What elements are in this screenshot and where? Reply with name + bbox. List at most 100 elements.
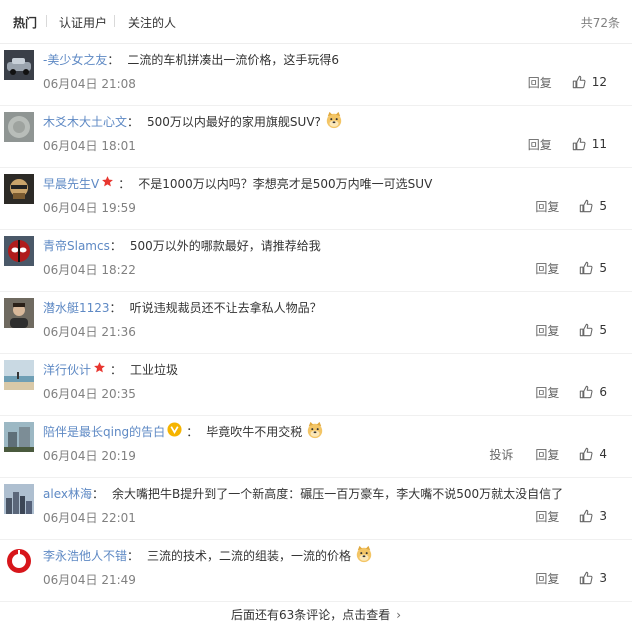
- comment-text: 三流的技术，二流的组装，一流的价格: [147, 548, 352, 563]
- like-count: 3: [599, 509, 607, 523]
- comment-timestamp: 06月04日 20:19: [43, 449, 136, 463]
- comment-colon: ：: [109, 300, 122, 315]
- comment-actions: 回复 5: [535, 197, 607, 215]
- comment-actions: 回复 3: [535, 507, 607, 525]
- tab-hot[interactable]: 热门: [13, 14, 37, 31]
- user-avatar[interactable]: [4, 174, 34, 204]
- comment-text: 余大嘴把牛B提升到了一个新高度：碾压一百万豪车，李大嘴不说500万就太没自信了: [111, 486, 564, 501]
- comment-text: 毕竟吹牛不用交税: [206, 424, 303, 439]
- like-count: 12: [591, 75, 607, 89]
- user-avatar[interactable]: [4, 112, 34, 142]
- thumbs-up-icon: [572, 137, 586, 151]
- thumbs-up-icon: [580, 323, 593, 337]
- comment-username[interactable]: -美少女之友: [43, 51, 107, 68]
- thumbs-up-icon: [580, 261, 593, 275]
- like-button[interactable]: 4: [579, 447, 607, 461]
- reply-button[interactable]: 回复: [535, 198, 559, 215]
- comment-line: 青帝Slamcs ： 500万以外的哪款最好，请推荐给我: [43, 236, 321, 254]
- reply-button[interactable]: 回复: [535, 260, 559, 277]
- like-button[interactable]: 5: [579, 261, 607, 275]
- thumbs-up-icon: [572, 75, 586, 89]
- comment-line: 李永浩他人不错 ： 三流的技术，二流的组装，一流的价格: [43, 545, 373, 564]
- like-count: 5: [599, 261, 607, 275]
- red-star-icon: [101, 175, 114, 191]
- comment-text: 不是1000万以内吗？李想亮才是500万内唯一可选SUV: [138, 176, 433, 191]
- reply-button[interactable]: 回复: [535, 446, 559, 463]
- comment-timestamp: 06月04日 19:59: [43, 201, 136, 215]
- comment-username[interactable]: 潜水艇1123: [43, 299, 110, 316]
- comment-line: 洋行伙计 ： 工业垃圾: [43, 360, 178, 378]
- reply-button[interactable]: 回复: [528, 74, 552, 91]
- thumbs-up-icon: [580, 447, 593, 461]
- like-button[interactable]: 6: [579, 385, 607, 399]
- comment-actions: 回复 5: [535, 259, 607, 277]
- like-button[interactable]: 3: [579, 509, 607, 523]
- like-count: 5: [599, 199, 607, 213]
- comment-row: 洋行伙计 ： 工业垃圾 06月04日 20:35 回复 6: [0, 354, 632, 416]
- reply-button[interactable]: 回复: [535, 322, 559, 339]
- comment-timestamp: 06月04日 21:49: [43, 573, 136, 587]
- reply-button[interactable]: 回复: [535, 384, 559, 401]
- comment-colon: ：: [127, 114, 140, 129]
- tab-following[interactable]: 关注的人: [128, 14, 176, 31]
- comment-username[interactable]: 陪伴是最长qing的告白: [43, 423, 165, 440]
- comment-timestamp: 06月04日 21:08: [43, 77, 136, 91]
- user-avatar[interactable]: [4, 50, 34, 80]
- tab-divider: [114, 15, 115, 27]
- comment-username[interactable]: alex林海: [43, 485, 92, 502]
- like-button[interactable]: 12: [572, 75, 607, 89]
- comment-colon: ：: [109, 238, 122, 253]
- comment-row: -美少女之友 ： 二流的车机拼凑出一流价格，这手玩得6 06月04日 21:08…: [0, 44, 632, 106]
- user-avatar[interactable]: [4, 298, 34, 328]
- comment-line: 木爻木大土心文 ： 500万以内最好的家用旗舰SUV?: [43, 111, 343, 132]
- comment-actions: 回复 5: [535, 321, 607, 339]
- comment-colon: ：: [91, 486, 104, 501]
- doge-emoji-icon: [306, 421, 324, 442]
- tab-divider: [46, 15, 47, 27]
- verified-v-icon: [167, 422, 182, 440]
- comment-text: 听说违规裁员还不让去拿私人物品？: [129, 300, 322, 315]
- comment-actions: 投诉 回复 4: [489, 445, 607, 463]
- comment-username[interactable]: 李永浩他人不错: [43, 547, 127, 564]
- thumbs-up-icon: [580, 509, 593, 523]
- tab-verified-users[interactable]: 认证用户: [59, 14, 107, 31]
- comment-row: 潜水艇1123 ： 听说违规裁员还不让去拿私人物品？ 06月04日 21:36 …: [0, 292, 632, 354]
- comment-text: 500万以外的哪款最好，请推荐给我: [129, 238, 321, 253]
- user-avatar[interactable]: [4, 360, 34, 390]
- user-avatar[interactable]: [4, 422, 34, 452]
- comment-row: alex林海 ： 余大嘴把牛B提升到了一个新高度：碾压一百万豪车，李大嘴不说50…: [0, 478, 632, 540]
- like-button[interactable]: 5: [579, 323, 607, 337]
- user-avatar[interactable]: [4, 546, 34, 576]
- like-button[interactable]: 11: [572, 137, 607, 151]
- comment-username[interactable]: 木爻木大土心文: [43, 113, 127, 130]
- comment-tabs: 热门 认证用户 关注的人 共72条: [0, 0, 632, 44]
- comment-line: -美少女之友 ： 二流的车机拼凑出一流价格，这手玩得6: [43, 50, 339, 68]
- like-button[interactable]: 5: [579, 199, 607, 213]
- comment-text: 500万以内最好的家用旗舰SUV?: [147, 114, 321, 129]
- reply-button[interactable]: 回复: [528, 136, 552, 153]
- like-count: 4: [599, 447, 607, 461]
- reply-button[interactable]: 回复: [535, 570, 559, 587]
- comment-username[interactable]: 青帝Slamcs: [43, 237, 110, 254]
- comment-colon: ：: [186, 424, 199, 439]
- comment-line: alex林海 ： 余大嘴把牛B提升到了一个新高度：碾压一百万豪车，李大嘴不说50…: [43, 484, 563, 502]
- like-count: 11: [591, 137, 607, 151]
- user-avatar[interactable]: [4, 236, 34, 266]
- comment-row: 陪伴是最长qing的告白 ： 毕竟吹牛不用交税 06月04日 20:19 投诉 …: [0, 416, 632, 478]
- doge-emoji-icon: [325, 111, 343, 132]
- reply-button[interactable]: 回复: [535, 508, 559, 525]
- comment-row: 木爻木大土心文 ： 500万以内最好的家用旗舰SUV? 06月04日 18:01…: [0, 106, 632, 168]
- like-button[interactable]: 3: [579, 571, 607, 585]
- user-avatar[interactable]: [4, 484, 34, 514]
- comment-username[interactable]: 洋行伙计: [43, 361, 91, 378]
- comment-username[interactable]: 早晨先生V: [43, 175, 99, 192]
- comment-actions: 回复 6: [535, 383, 607, 401]
- chevron-right-icon: ›: [396, 608, 402, 622]
- comment-row: 早晨先生V ： 不是1000万以内吗？李想亮才是500万内唯一可选SUV 06月…: [0, 168, 632, 230]
- load-more-comments[interactable]: 后面还有63条评论，点击查看 ›: [0, 599, 632, 627]
- comment-actions: 回复 12: [528, 73, 607, 91]
- like-count: 6: [599, 385, 607, 399]
- comment-text: 二流的车机拼凑出一流价格，这手玩得6: [127, 52, 339, 67]
- comment-panel: 热门 认证用户 关注的人 共72条 -美少女之友 ： 二流的车机拼凑出一流价格，…: [0, 0, 632, 629]
- report-button[interactable]: 投诉: [489, 446, 513, 463]
